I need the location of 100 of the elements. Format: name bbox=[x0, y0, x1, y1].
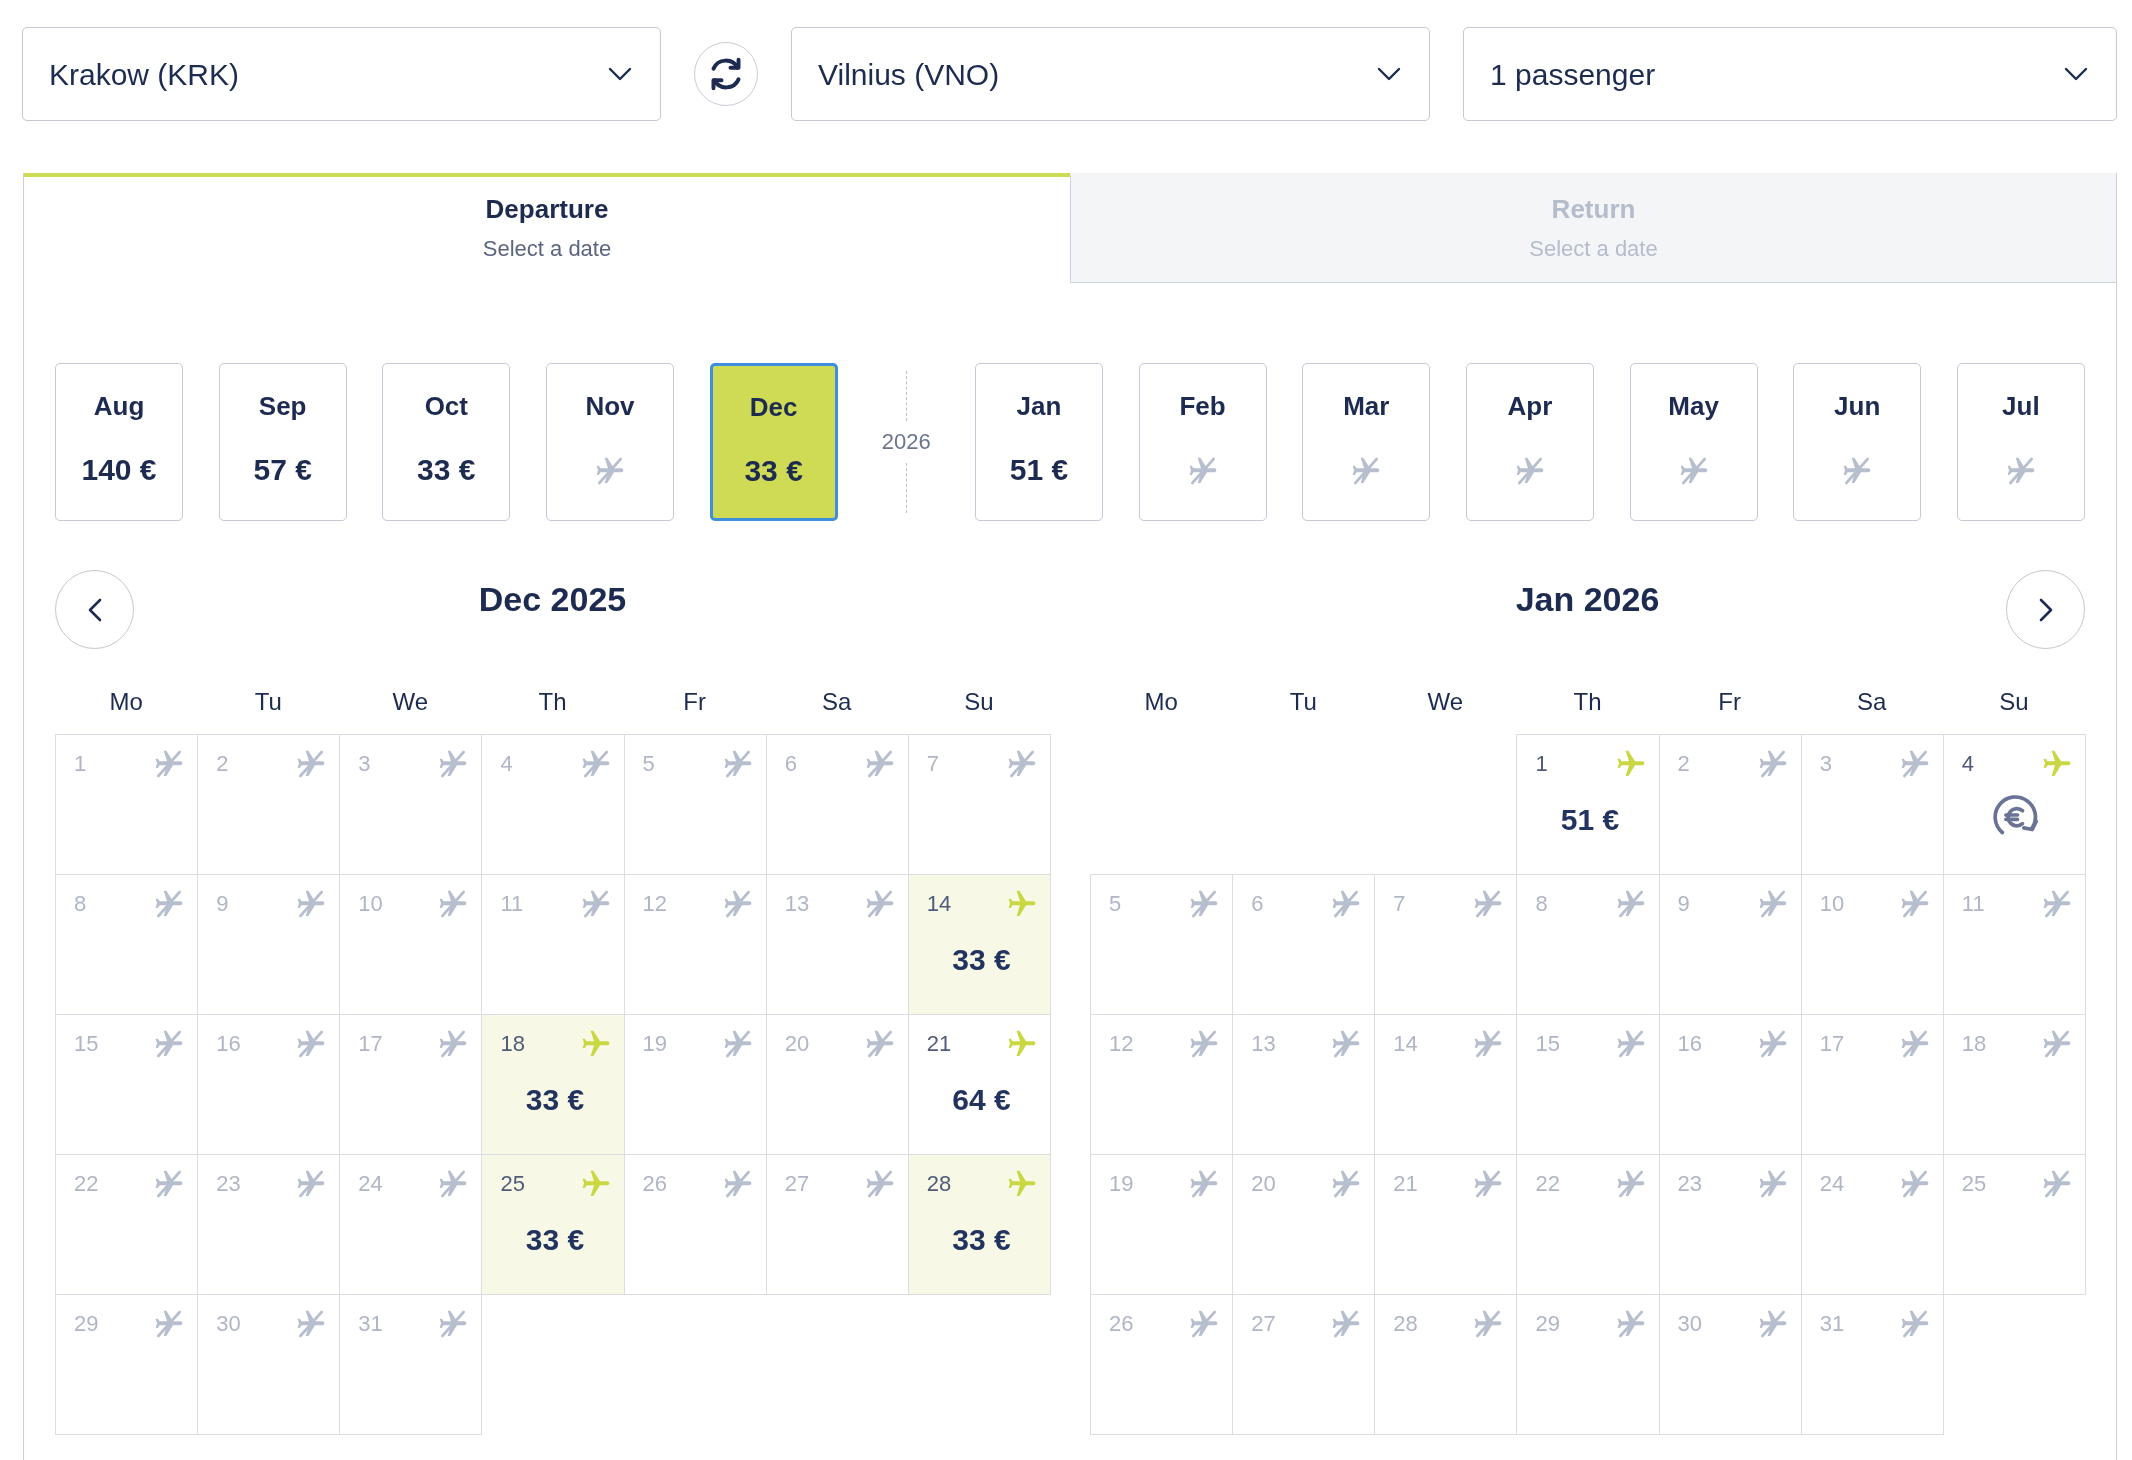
month-option[interactable]: Apr bbox=[1465, 363, 1594, 521]
crossed-plane-icon bbox=[581, 750, 610, 778]
crossed-plane-icon bbox=[2043, 1030, 2071, 1058]
day-number: 26 bbox=[1109, 1311, 1134, 1337]
chevron-down-icon bbox=[1377, 67, 1401, 81]
weekday-label: Tu bbox=[253, 687, 283, 717]
day-number: 11 bbox=[500, 891, 524, 917]
month-option[interactable]: May bbox=[1629, 363, 1758, 521]
day-cell[interactable]: 28 33 € bbox=[907, 1154, 1051, 1295]
day-number: 16 bbox=[216, 1031, 241, 1057]
crossed-plane-icon bbox=[1616, 1030, 1645, 1058]
day-number: 23 bbox=[216, 1171, 241, 1197]
day-number: 3 bbox=[1819, 751, 1832, 777]
day-number: 22 bbox=[74, 1171, 99, 1197]
plane-icon bbox=[581, 1030, 610, 1058]
day-number: 8 bbox=[1535, 891, 1548, 917]
month-option[interactable]: Dec 33 € bbox=[709, 363, 838, 521]
crossed-plane-icon bbox=[2006, 457, 2035, 485]
day-cell[interactable]: 4 bbox=[1942, 734, 2086, 875]
day-number: 12 bbox=[642, 891, 668, 917]
crossed-plane-icon bbox=[1332, 1030, 1361, 1058]
day-number: 10 bbox=[1819, 891, 1845, 917]
day-number: 7 bbox=[1393, 891, 1406, 917]
plane-icon bbox=[2043, 750, 2071, 778]
day-number: 16 bbox=[1677, 1031, 1703, 1057]
circular-arrows-icon bbox=[709, 57, 743, 91]
month-title: Dec 2025 bbox=[477, 578, 628, 619]
crossed-plane-icon bbox=[1332, 890, 1361, 918]
month-option[interactable]: Oct 33 € bbox=[382, 363, 511, 521]
plane-icon bbox=[1008, 1030, 1036, 1058]
month-option[interactable]: Jan 51 € bbox=[974, 363, 1103, 521]
crossed-plane-icon bbox=[1332, 1170, 1361, 1198]
day-cell[interactable]: 14 33 € bbox=[907, 874, 1051, 1015]
crossed-plane-icon bbox=[439, 750, 468, 778]
plane-icon bbox=[1616, 750, 1645, 778]
select-field[interactable]: Krakow (KRK) bbox=[22, 27, 661, 121]
crossed-plane-icon bbox=[1474, 1170, 1503, 1198]
day-cell[interactable]: 25 33 € bbox=[481, 1154, 625, 1295]
chevron-down-icon bbox=[2064, 67, 2088, 81]
crossed-plane-icon bbox=[581, 890, 610, 918]
day-number: 3 bbox=[358, 751, 371, 777]
price-label: 33 € bbox=[525, 1222, 585, 1258]
crossed-plane-icon bbox=[1843, 457, 1872, 485]
day-number: 25 bbox=[500, 1171, 525, 1197]
day-number: 4 bbox=[500, 751, 513, 777]
month-option[interactable]: Mar bbox=[1302, 363, 1431, 521]
crossed-plane-icon bbox=[297, 1170, 326, 1198]
crossed-plane-icon bbox=[297, 750, 326, 778]
crossed-plane-icon bbox=[865, 1030, 894, 1058]
crossed-plane-icon bbox=[1474, 890, 1503, 918]
day-number: 8 bbox=[74, 891, 87, 917]
weekday-label: Th bbox=[537, 687, 568, 717]
month-option[interactable]: Jul bbox=[1956, 363, 2085, 521]
crossed-plane-icon bbox=[1758, 750, 1787, 778]
month-option[interactable]: Jun bbox=[1793, 363, 1922, 521]
crossed-plane-icon bbox=[1008, 750, 1036, 778]
day-number: 27 bbox=[1251, 1311, 1276, 1337]
day-cell[interactable]: 1 51 € bbox=[1516, 734, 1660, 875]
crossed-plane-icon bbox=[1474, 1310, 1503, 1338]
day-number: 5 bbox=[1109, 891, 1122, 917]
crossed-plane-icon bbox=[297, 890, 326, 918]
crossed-plane-icon bbox=[297, 1310, 326, 1338]
weekday-label: Fr bbox=[682, 687, 707, 717]
crossed-plane-icon bbox=[2043, 890, 2071, 918]
day-number: 14 bbox=[926, 891, 952, 917]
crossed-plane-icon bbox=[1190, 1170, 1219, 1198]
day-number: 18 bbox=[500, 1031, 525, 1057]
day-number: 26 bbox=[642, 1171, 668, 1197]
crossed-plane-icon bbox=[439, 1030, 468, 1058]
day-number: 18 bbox=[1961, 1031, 1987, 1057]
crossed-plane-icon bbox=[1900, 1310, 1929, 1338]
day-number: 29 bbox=[1535, 1311, 1560, 1337]
crossed-plane-icon bbox=[1900, 750, 1929, 778]
crossed-plane-icon bbox=[723, 1030, 752, 1058]
day-number: 10 bbox=[358, 891, 383, 917]
day-number: 20 bbox=[1251, 1171, 1276, 1197]
select-field[interactable]: 1 passenger bbox=[1463, 27, 2117, 121]
crossed-plane-icon bbox=[1758, 1030, 1787, 1058]
weekday-label: We bbox=[1426, 687, 1465, 717]
crossed-plane-icon bbox=[723, 1170, 752, 1198]
month-option[interactable]: Sep 57 € bbox=[218, 363, 347, 521]
crossed-plane-icon bbox=[1758, 1170, 1787, 1198]
month-option[interactable]: Nov bbox=[545, 363, 674, 521]
day-number: 4 bbox=[1961, 751, 1975, 777]
crossed-plane-icon bbox=[155, 1170, 184, 1198]
day-number: 6 bbox=[1251, 891, 1264, 917]
crossed-plane-icon bbox=[155, 1030, 184, 1058]
day-cell[interactable]: 18 33 € bbox=[481, 1014, 625, 1155]
day-number: 2 bbox=[216, 751, 229, 777]
crossed-plane-icon bbox=[1900, 1170, 1929, 1198]
select-field[interactable]: Vilnius (VNO) bbox=[791, 27, 1430, 121]
plane-icon bbox=[1008, 890, 1036, 918]
day-number: 17 bbox=[1819, 1031, 1845, 1057]
month-option[interactable]: Feb bbox=[1138, 363, 1267, 521]
day-number: 6 bbox=[784, 751, 797, 777]
month-option[interactable]: Aug 140 € bbox=[55, 363, 183, 521]
crossed-plane-icon bbox=[439, 1170, 468, 1198]
crossed-plane-icon bbox=[865, 750, 894, 778]
weekday-label: Fr bbox=[1717, 687, 1742, 717]
crossed-plane-icon bbox=[1758, 890, 1787, 918]
